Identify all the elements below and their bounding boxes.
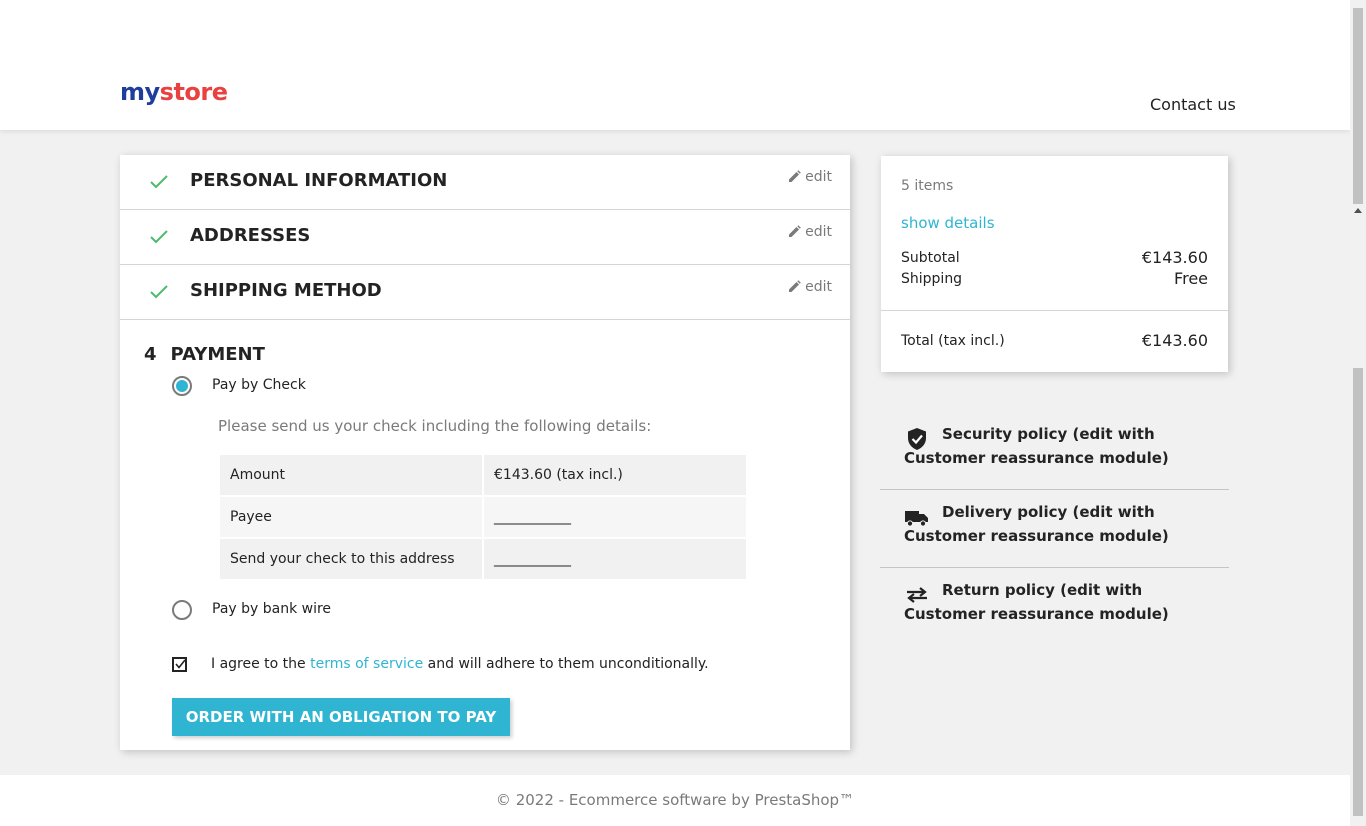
total-label: Total (tax incl.)	[901, 333, 1005, 349]
step-addresses[interactable]: Addresses edit	[120, 210, 850, 265]
total-value: €143.60	[1141, 331, 1208, 350]
items-count: 5 items	[901, 178, 954, 194]
site-footer: © 2022 - Ecommerce software by PrestaSho…	[0, 775, 1350, 826]
detail-value: ___________	[484, 497, 746, 537]
shipping-value: Free	[1174, 269, 1208, 288]
checkmark-icon	[150, 230, 168, 244]
step-title: Personal Information	[190, 170, 448, 191]
logo-word-store: store	[159, 78, 228, 106]
step-title: Addresses	[190, 225, 311, 246]
site-header: my store Contact us	[0, 0, 1350, 130]
step-shipping-method[interactable]: Shipping Method edit	[120, 265, 850, 320]
subtotal-label: Subtotal	[901, 250, 960, 266]
edit-label: edit	[805, 279, 832, 295]
logo-word-my: my	[120, 78, 160, 106]
edit-link[interactable]: edit	[788, 169, 832, 185]
table-row: Amount €143.60 (tax incl.)	[220, 455, 746, 495]
contact-us-link[interactable]: Contact us	[1150, 95, 1236, 114]
reassurance-text: Security policy (edit with Customer reas…	[904, 425, 1169, 467]
shipping-label: Shipping	[901, 271, 963, 287]
detail-value: ___________	[484, 539, 746, 579]
scrollbar-track-segment[interactable]	[1353, 368, 1363, 816]
reassurance-security: Security policy (edit with Customer reas…	[880, 412, 1229, 490]
detail-label: Amount	[220, 455, 482, 495]
detail-value: €143.60 (tax incl.)	[484, 455, 746, 495]
payment-title: 4 PAYMENT	[144, 344, 265, 365]
edit-link[interactable]: edit	[788, 224, 832, 240]
place-order-button[interactable]: Order with an obligation to pay	[172, 698, 510, 736]
detail-label: Payee	[220, 497, 482, 537]
checkout-steps: Personal Information edit Addresses edit…	[120, 155, 850, 750]
edit-label: edit	[805, 169, 832, 185]
checkmark-icon	[150, 175, 168, 189]
cart-summary: 5 items show details Subtotal €143.60 Sh…	[881, 156, 1228, 372]
step-number: 4	[144, 344, 157, 365]
step-title: Shipping Method	[190, 280, 382, 301]
terms-text: I agree to the terms of service and will…	[211, 656, 709, 672]
edit-label: edit	[805, 224, 832, 240]
detail-label: Send your check to this address	[220, 539, 482, 579]
store-logo[interactable]: my store	[120, 76, 228, 108]
terms-prefix: I agree to the	[211, 656, 311, 672]
reassurance-list: Security policy (edit with Customer reas…	[880, 412, 1229, 646]
pay-by-bank-wire-radio[interactable]	[172, 600, 192, 620]
checkmark-icon	[150, 285, 168, 299]
summary-divider	[881, 310, 1228, 311]
step-payment: 4 PAYMENT Pay by Check Please send us you…	[120, 320, 850, 750]
table-row: Send your check to this address ________…	[220, 539, 746, 579]
pay-by-bank-wire-label[interactable]: Pay by bank wire	[212, 601, 331, 617]
terms-of-service-link[interactable]: terms of service	[310, 656, 423, 672]
reassurance-text: Delivery policy (edit with Customer reas…	[904, 503, 1169, 545]
checkbox-check-icon	[175, 659, 186, 669]
edit-link[interactable]: edit	[788, 279, 832, 295]
page-scrollbar[interactable]	[1350, 0, 1366, 826]
subtotal-value: €143.60	[1141, 248, 1208, 267]
pencil-icon	[789, 170, 801, 182]
pencil-icon	[789, 280, 801, 292]
check-details-table: Amount €143.60 (tax incl.) Payee _______…	[218, 453, 748, 581]
scrollbar-thumb[interactable]	[1353, 8, 1363, 204]
terms-checkbox[interactable]	[172, 657, 187, 672]
table-row: Payee ___________	[220, 497, 746, 537]
pay-by-check-label[interactable]: Pay by Check	[212, 377, 306, 393]
show-details-link[interactable]: show details	[901, 214, 995, 232]
pencil-icon	[789, 225, 801, 237]
reassurance-text: Return policy (edit with Customer reassu…	[904, 581, 1169, 623]
reassurance-delivery: Delivery policy (edit with Customer reas…	[880, 490, 1229, 568]
pay-by-check-radio[interactable]	[172, 376, 192, 396]
terms-suffix: and will adhere to them unconditionally.	[423, 656, 709, 672]
copyright-text[interactable]: © 2022 - Ecommerce software by PrestaSho…	[0, 791, 1350, 809]
step-title: PAYMENT	[170, 344, 265, 365]
scroll-arrow-icon[interactable]	[1354, 208, 1362, 213]
check-instructions: Please send us your check including the …	[218, 417, 652, 435]
step-personal-information[interactable]: Personal Information edit	[120, 155, 850, 210]
reassurance-return: Return policy (edit with Customer reassu…	[880, 568, 1229, 646]
